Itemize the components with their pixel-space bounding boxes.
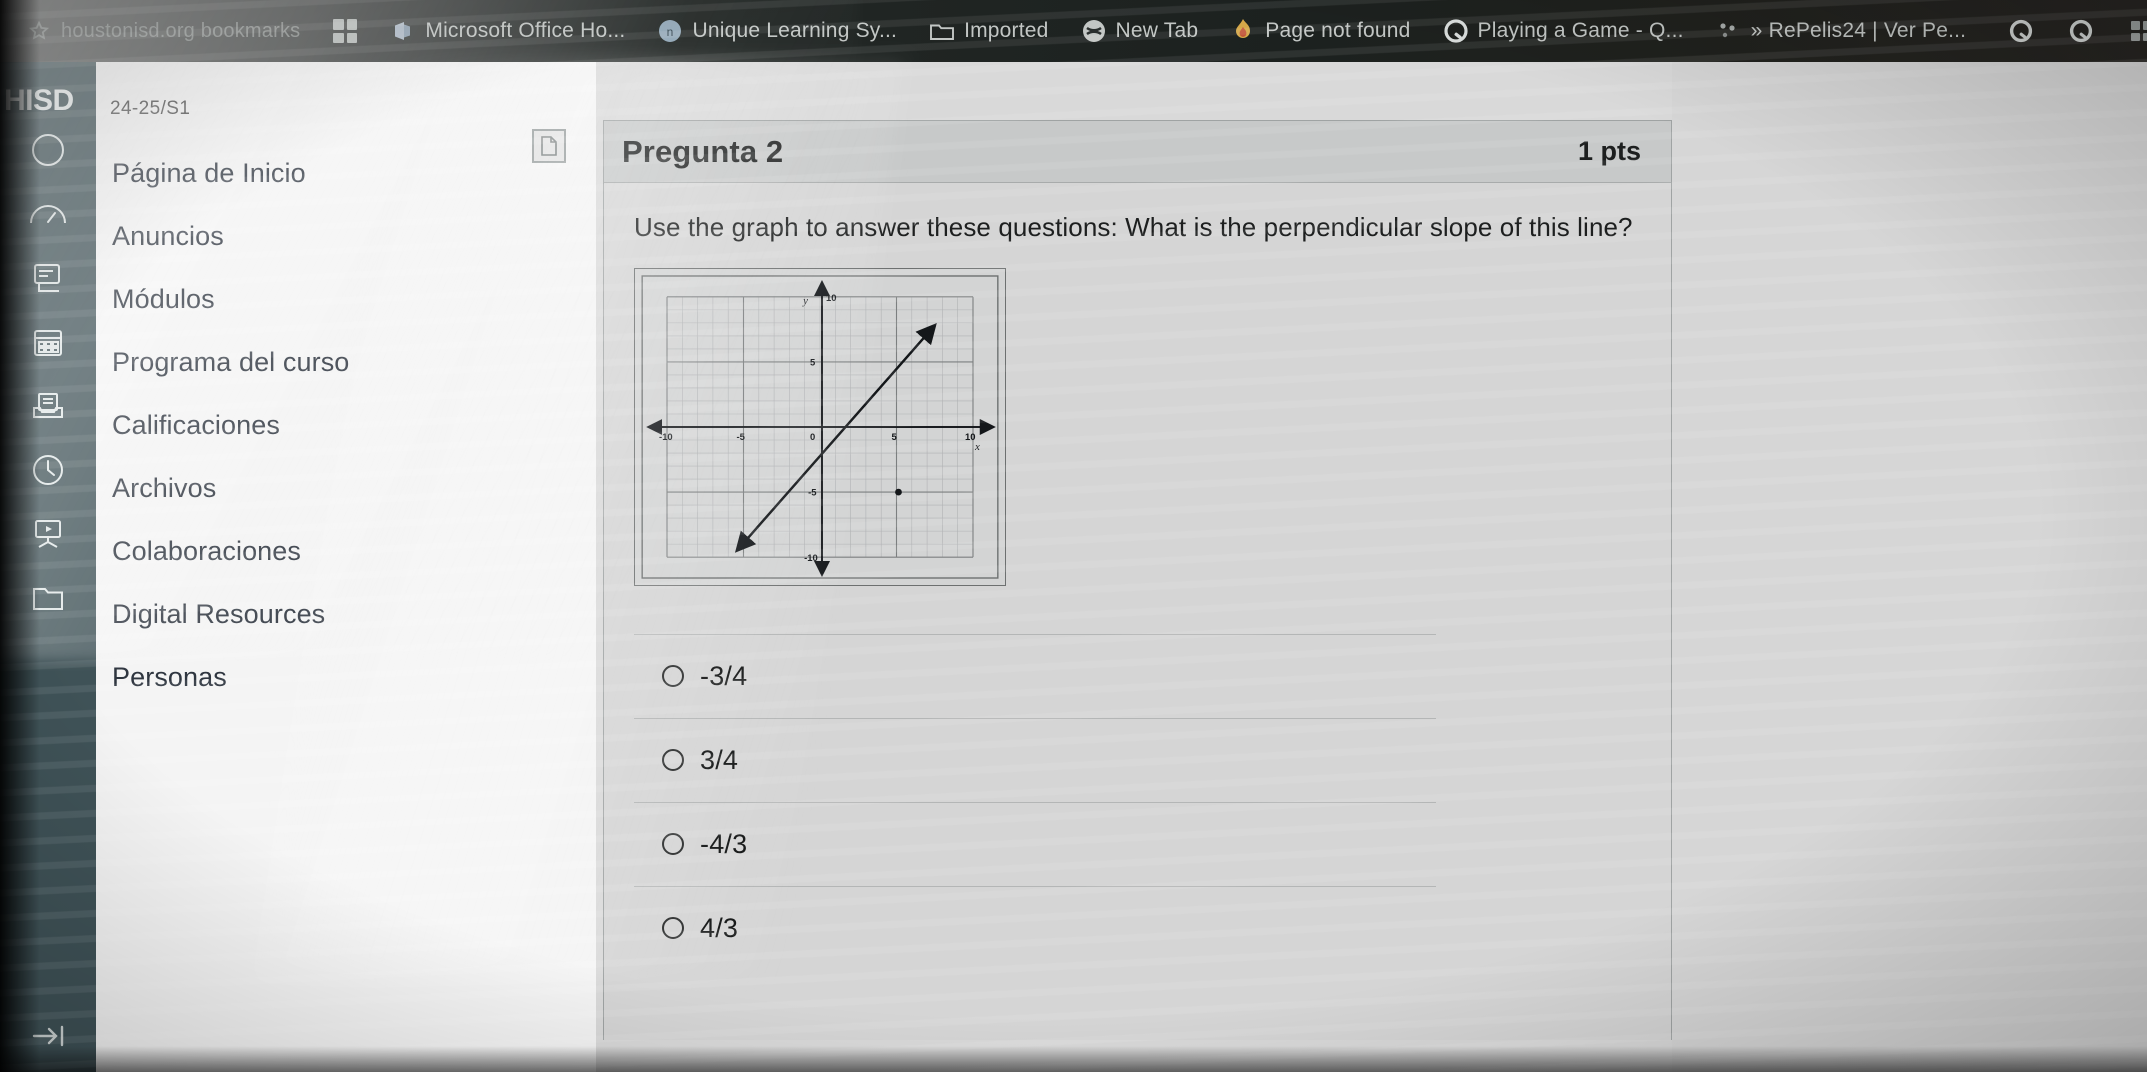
quizizz-icon[interactable] <box>2008 18 2034 44</box>
inbox-icon <box>29 387 67 425</box>
dashboard-icon <box>27 197 69 231</box>
ytick--5: -5 <box>808 486 816 497</box>
data-point-5--5 <box>895 488 902 496</box>
xtick--5: -5 <box>737 431 745 442</box>
folder-icon <box>929 18 955 44</box>
course-nav-item-digital-resources[interactable]: Digital Resources <box>96 583 596 646</box>
course-nav: 24-25/S1 Página de Inicio Anuncios Módul… <box>96 62 596 1072</box>
answer-label: 3/4 <box>700 744 739 775</box>
bookmark-label: Microsoft Office Ho... <box>425 19 626 42</box>
xtick--10: -10 <box>659 431 673 442</box>
bookmark-label: Page not found <box>1265 19 1411 42</box>
bookmark-label: Unique Learning Sy... <box>692 19 898 42</box>
arrow-to-right-icon <box>26 1021 70 1051</box>
svg-text:n: n <box>667 25 674 39</box>
content-right-blank <box>1672 62 2147 1072</box>
global-nav-rail: HISD <box>0 62 96 1072</box>
rail-collapse-toggle[interactable] <box>0 1004 96 1068</box>
xtick-5: 5 <box>892 431 897 442</box>
course-term-label: 24-25/S1 <box>110 98 191 119</box>
answer-option-1[interactable]: -3/4 <box>634 633 1436 718</box>
quizizz-icon[interactable] <box>2068 18 2094 44</box>
answer-option-2[interactable]: 3/4 <box>634 717 1436 802</box>
rail-item-courses[interactable] <box>0 246 96 310</box>
bookmark-tab-page-not-found[interactable]: Page not found <box>1214 0 1426 62</box>
bookmark-tab-office[interactable]: Microsoft Office Ho... <box>374 0 641 62</box>
answer-label: 4/3 <box>700 912 739 943</box>
radio-button-icon[interactable] <box>662 749 684 772</box>
quizizz-icon <box>1443 18 1469 44</box>
hisd-logo: HISD <box>4 84 74 117</box>
grid-icon[interactable] <box>2128 18 2147 44</box>
course-nav-item-syllabus[interactable]: Programa del curso <box>96 331 596 394</box>
question-header: Pregunta 2 1 pts <box>604 121 1671 183</box>
course-nav-item-announcements[interactable]: Anuncios <box>96 205 596 268</box>
account-icon <box>26 128 70 172</box>
answer-options-list: -3/4 3/4 -4/3 4/3 <box>634 633 1641 970</box>
answer-label: -4/3 <box>700 828 748 859</box>
rail-item-dashboard[interactable] <box>0 182 96 246</box>
studio-icon <box>28 517 68 551</box>
bookmark-tab-unique-learning[interactable]: n Unique Learning Sy... <box>641 0 913 62</box>
ytick-5: 5 <box>810 356 815 367</box>
history-icon <box>28 450 68 490</box>
course-nav-item-modules[interactable]: Módulos <box>96 268 596 331</box>
answer-option-4[interactable]: 4/3 <box>634 885 1436 970</box>
question-prompt: Use the graph to answer these questions:… <box>634 212 1633 242</box>
radio-button-icon[interactable] <box>662 833 684 856</box>
bookmark-tab-imported[interactable]: Imported <box>913 0 1064 62</box>
ytick--10: -10 <box>804 552 818 563</box>
xtick-10: 10 <box>965 431 975 442</box>
question-title: Pregunta 2 <box>622 133 784 169</box>
quiz-page-icon <box>532 129 566 163</box>
y-axis-label: y <box>802 295 808 307</box>
bookmark-label: Imported <box>964 19 1049 42</box>
answer-option-3[interactable]: -4/3 <box>634 801 1436 886</box>
question-card: Pregunta 2 1 pts Use the graph to answer… <box>603 120 1672 1040</box>
flame-icon <box>1230 18 1256 44</box>
answer-label: -3/4 <box>700 660 748 691</box>
screen-photo: houstonisd.org bookmarks Microsoft Offic… <box>0 0 2147 1072</box>
bookmark-label: » RePelis24 | Ver Pe... <box>1750 19 1967 42</box>
office-icon <box>390 18 416 44</box>
question-graph-figure: -10 -5 0 5 10 10 5 -5 -10 y x <box>634 267 1006 586</box>
course-nav-item-files[interactable]: Archivos <box>96 457 596 520</box>
rail-item-calendar[interactable] <box>0 310 96 374</box>
dots-icon <box>1716 18 1742 44</box>
coordinate-plane-chart: -10 -5 0 5 10 10 5 -5 -10 y x <box>641 274 999 579</box>
browser-bookmark-bar: houstonisd.org bookmarks Microsoft Offic… <box>0 0 2147 62</box>
rail-item-history[interactable] <box>0 438 96 502</box>
apps-grid-icon[interactable] <box>332 18 358 44</box>
rail-item-inbox[interactable] <box>0 374 96 438</box>
radio-button-icon[interactable] <box>662 665 684 688</box>
question-points: 1 pts <box>1577 136 1641 166</box>
rail-item-account[interactable] <box>0 118 96 182</box>
course-nav-item-home[interactable]: Página de Inicio <box>96 142 596 205</box>
bookmark-tab-quizizz-game[interactable]: Playing a Game - Q... <box>1427 0 1700 62</box>
bookmark-label: Playing a Game - Q... <box>1477 19 1684 42</box>
bookmark-overflow-icons <box>1982 18 2147 44</box>
x-axis-label: x <box>974 441 980 453</box>
calendar-icon <box>29 323 67 361</box>
radio-button-icon[interactable] <box>662 917 684 940</box>
ytick-10: 10 <box>826 292 836 303</box>
bookmark-label: New Tab <box>1115 19 1199 42</box>
bookmark-folder-houstonisd[interactable]: houstonisd.org bookmarks <box>12 0 316 62</box>
globe-icon <box>1081 18 1107 44</box>
xtick-0: 0 <box>810 431 815 442</box>
bookmark-star-icon <box>26 18 52 44</box>
rail-item-resources[interactable] <box>0 566 96 630</box>
course-nav-item-people[interactable]: Personas <box>96 646 596 709</box>
course-nav-item-grades[interactable]: Calificaciones <box>96 394 596 457</box>
question-body: Use the graph to answer these questions:… <box>604 183 1671 970</box>
course-nav-list: Página de Inicio Anuncios Módulos Progra… <box>96 142 596 709</box>
rail-item-studio[interactable] <box>0 502 96 566</box>
courses-icon <box>29 259 67 297</box>
bookmark-folder-label: houstonisd.org bookmarks <box>61 19 301 42</box>
resources-icon <box>28 582 68 614</box>
bookmark-tab-new-tab[interactable]: New Tab <box>1065 0 1215 62</box>
course-nav-item-collaborations[interactable]: Colaboraciones <box>96 520 596 583</box>
bookmark-tab-repelis24[interactable]: » RePelis24 | Ver Pe... <box>1700 0 1983 62</box>
unique-learning-icon: n <box>657 18 683 44</box>
